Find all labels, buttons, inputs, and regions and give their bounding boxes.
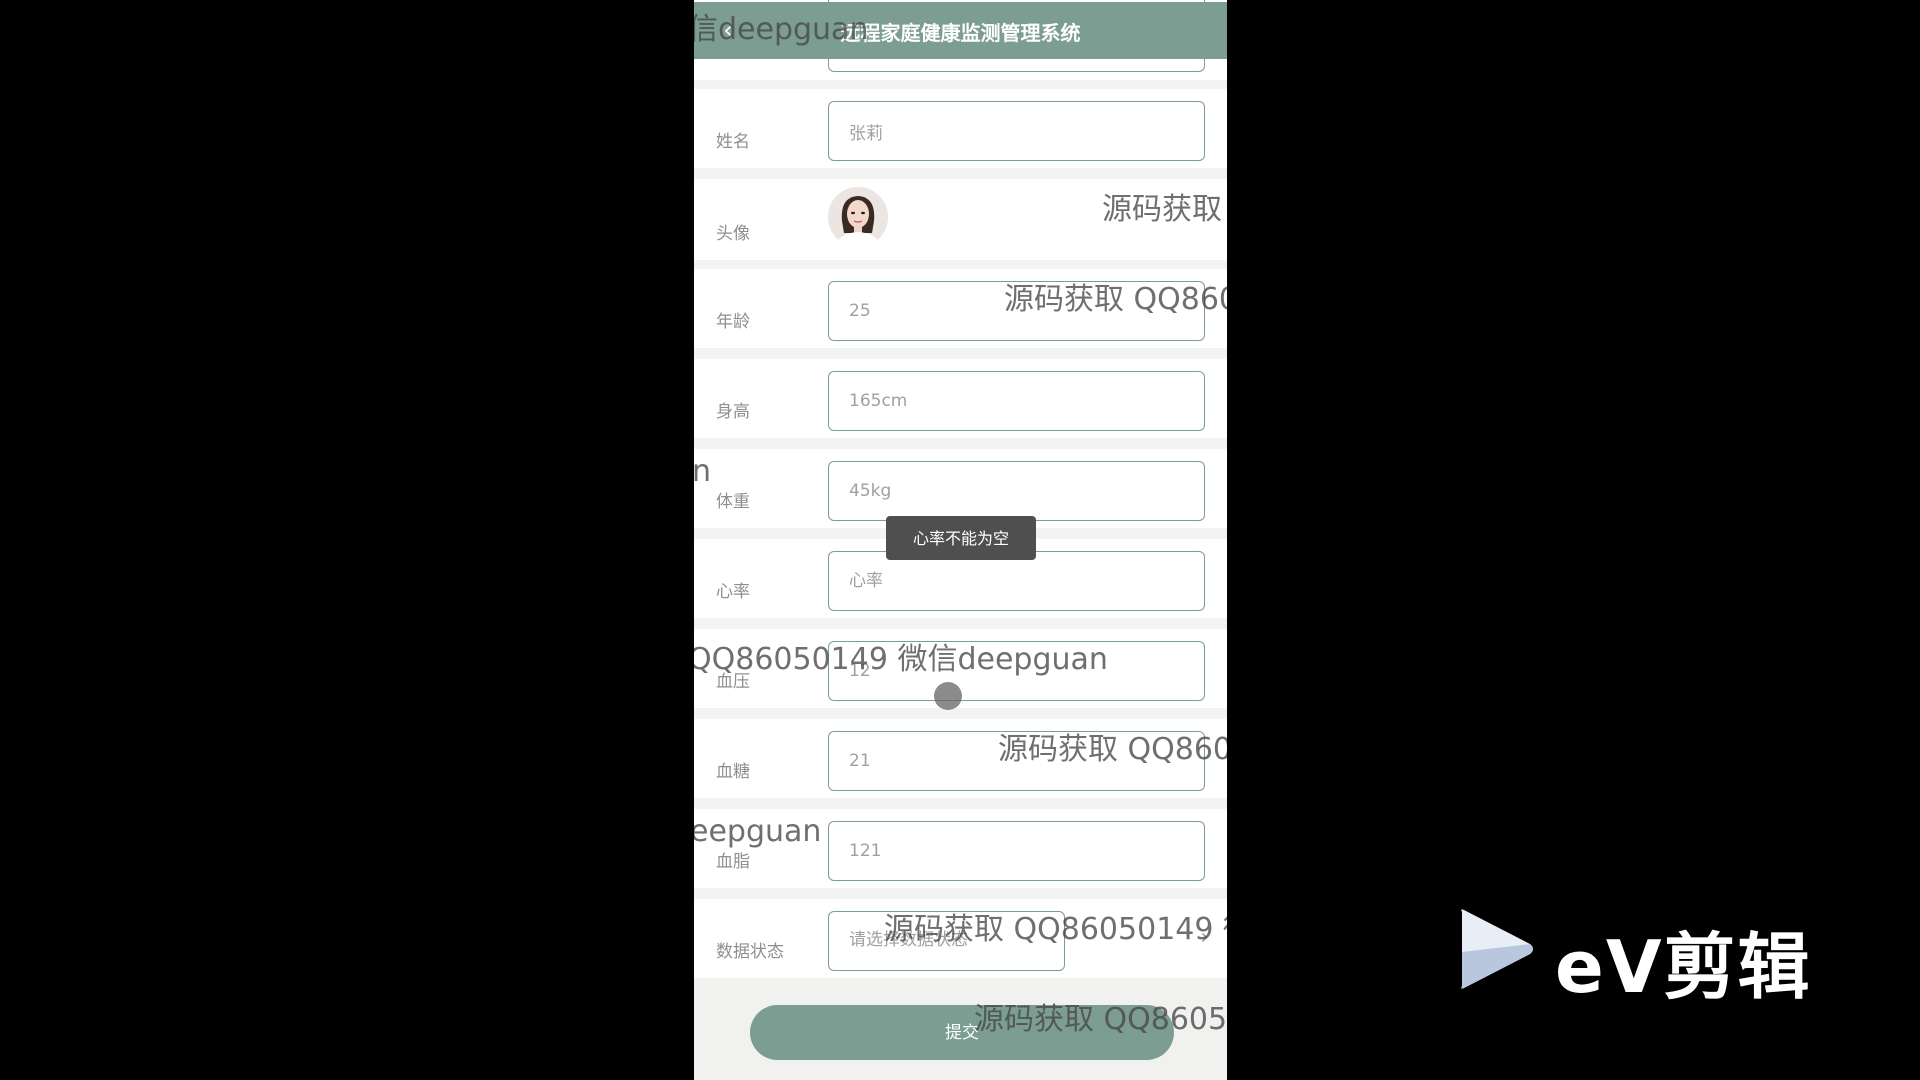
- blood-sugar-label: 血糖: [716, 762, 750, 782]
- phone-screen: ‹ 远程家庭健康监测管理系统 姓名 头像: [694, 0, 1227, 1080]
- age-input[interactable]: [828, 281, 1205, 341]
- avatar-image: [828, 187, 888, 247]
- form-row-data-status: 数据状态 请选择数据状态 ›: [694, 899, 1227, 978]
- form-row-blood-sugar: 血糖: [694, 719, 1227, 798]
- blood-pressure-input[interactable]: [828, 641, 1205, 701]
- age-label: 年龄: [716, 312, 750, 332]
- form-row-height: 身高: [694, 359, 1227, 438]
- video-frame: ‹ 远程家庭健康监测管理系统 姓名 头像: [0, 0, 1920, 1080]
- form-row-age: 年龄: [694, 269, 1227, 348]
- ev-logo: eV剪辑: [1450, 904, 1820, 1009]
- avatar-label: 头像: [716, 224, 750, 244]
- submit-area: 提交: [694, 983, 1227, 1080]
- touch-indicator: [934, 682, 962, 710]
- blood-sugar-input[interactable]: [828, 731, 1205, 791]
- submit-button[interactable]: 提交: [750, 1005, 1174, 1060]
- data-status-label: 数据状态: [716, 942, 784, 962]
- chevron-right-icon[interactable]: ›: [1200, 925, 1209, 950]
- weight-input[interactable]: [828, 461, 1205, 521]
- play-triangle-icon: [1461, 909, 1533, 989]
- form-row-avatar: 头像: [694, 179, 1227, 260]
- blood-pressure-label: 血压: [716, 672, 750, 692]
- data-status-select[interactable]: 请选择数据状态: [828, 911, 1065, 971]
- blood-lipid-input[interactable]: [828, 821, 1205, 881]
- avatar[interactable]: [828, 187, 888, 247]
- title-bar: ‹ 远程家庭健康监测管理系统: [694, 2, 1227, 59]
- height-input[interactable]: [828, 371, 1205, 431]
- heart-rate-label: 心率: [716, 582, 750, 602]
- name-label: 姓名: [716, 132, 750, 152]
- blood-lipid-label: 血脂: [716, 852, 750, 872]
- page-title: 远程家庭健康监测管理系统: [840, 21, 1081, 45]
- name-input[interactable]: [828, 101, 1205, 161]
- form-row-blood-lipid: 血脂: [694, 809, 1227, 888]
- height-label: 身高: [716, 402, 750, 422]
- weight-label: 体重: [716, 492, 750, 512]
- validation-toast: 心率不能为空: [886, 516, 1036, 560]
- form-row-name: 姓名: [694, 89, 1227, 168]
- logo-text: eV剪辑: [1555, 925, 1812, 1009]
- heart-rate-input[interactable]: [828, 551, 1205, 611]
